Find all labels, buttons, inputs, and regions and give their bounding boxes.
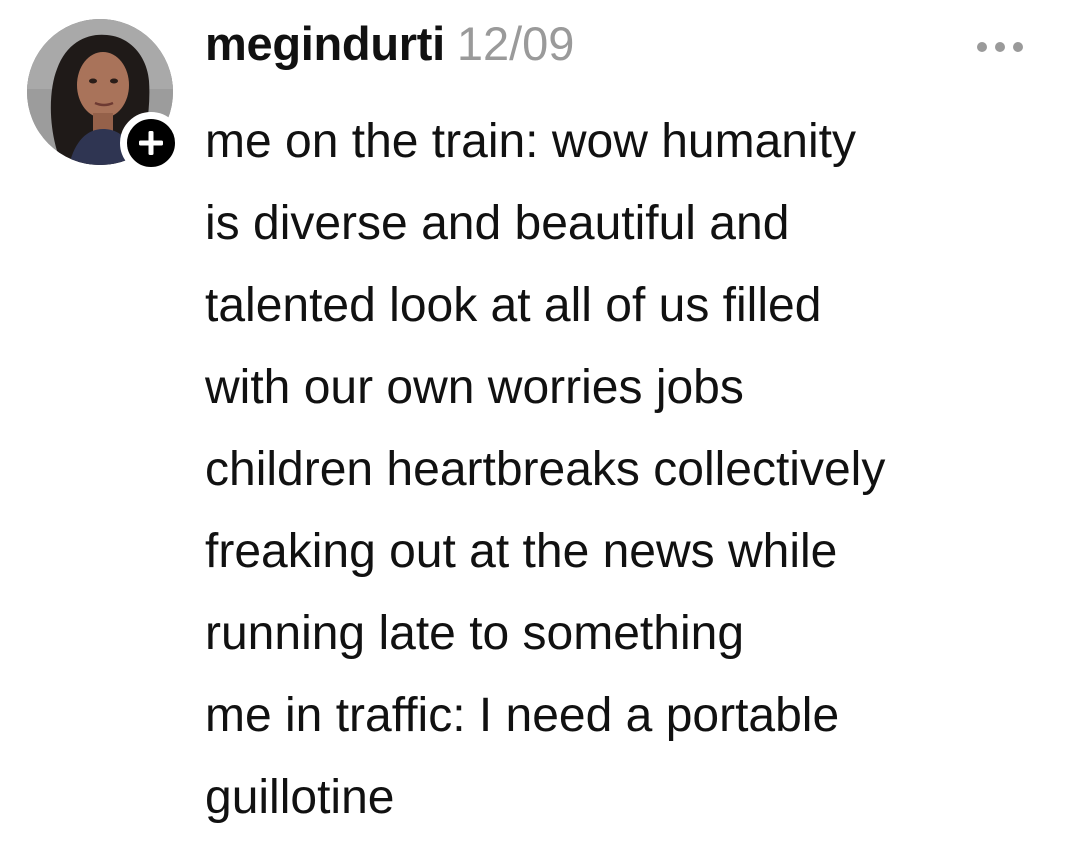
post-header: megindurti 12/09 <box>205 16 574 86</box>
plus-icon <box>139 131 163 155</box>
more-options-button[interactable] <box>972 30 1028 64</box>
post-text-line: freaking out at the news while <box>205 525 838 578</box>
post-text-line: children heartbreaks collectively <box>205 443 886 496</box>
avatar-container <box>27 19 182 174</box>
post-card: megindurti 12/09 me on the train: wow hu… <box>0 0 1080 868</box>
more-horizontal-icon <box>977 42 1023 52</box>
post-timestamp: 12/09 <box>456 17 575 70</box>
post-text-line: guillotine <box>205 771 395 824</box>
post-text-line: me on the train: wow humanity <box>205 115 856 168</box>
post-text-line: running late to something <box>205 607 745 660</box>
post-body: me on the train: wow humanity is diverse… <box>205 101 1065 839</box>
post-text-line: with our own worries jobs <box>205 361 744 414</box>
follow-button[interactable] <box>120 112 182 174</box>
post-text-line: talented look at all of us filled <box>205 279 822 332</box>
username-link[interactable]: megindurti <box>205 16 445 71</box>
post-text-line: me in traffic: I need a portable <box>205 689 840 742</box>
post-text-line: is diverse and beautiful and <box>205 197 790 250</box>
